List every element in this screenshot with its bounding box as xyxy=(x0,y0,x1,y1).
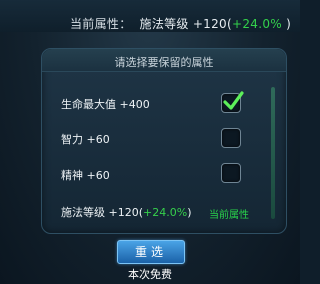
current-attribute-percent: +24.0% xyxy=(231,17,282,31)
attribute-row-label: 生命最大值 +400 xyxy=(61,98,150,111)
current-attribute-row: 施法等级 +120(+24.0%) xyxy=(61,204,191,220)
current-row-percent: +24.0% xyxy=(143,206,188,219)
current-row-prefix: 施法等级 +120( xyxy=(61,206,144,219)
checkmark-icon xyxy=(223,91,244,110)
attribute-checkbox-3[interactable] xyxy=(221,163,241,183)
reselect-button[interactable]: 重选 xyxy=(117,240,185,264)
current-attribute-value: 施法等级 +120( xyxy=(139,17,232,31)
attribute-checkbox-2[interactable] xyxy=(221,128,241,148)
dialog-title: 请选择要保留的属性 xyxy=(114,56,214,69)
free-notice: 本次免费 xyxy=(128,268,172,281)
attribute-row-label: 智力 +60 xyxy=(61,133,110,146)
attribute-row-label: 精神 +60 xyxy=(61,169,110,182)
attribute-checkbox-1[interactable] xyxy=(221,91,244,113)
scrollbar[interactable] xyxy=(271,87,275,219)
current-row-suffix: ) xyxy=(187,206,192,219)
dialog-header: 请选择要保留的属性 xyxy=(42,49,286,72)
top-bar: 当前属性： 施法等级 +120(+24.0% ) xyxy=(0,0,300,32)
current-attribute-tag: 当前属性 xyxy=(209,210,249,221)
attribute-select-dialog: 请选择要保留的属性 生命最大值 +400 智力 +60 精神 +60 施法等级 … xyxy=(41,48,287,234)
scrollbar-thumb[interactable] xyxy=(271,87,275,219)
current-attribute-line: 当前属性： 施法等级 +120(+24.0% ) xyxy=(70,15,291,32)
current-attribute-close: ) xyxy=(281,17,292,31)
current-attribute-label: 当前属性： xyxy=(70,17,132,31)
